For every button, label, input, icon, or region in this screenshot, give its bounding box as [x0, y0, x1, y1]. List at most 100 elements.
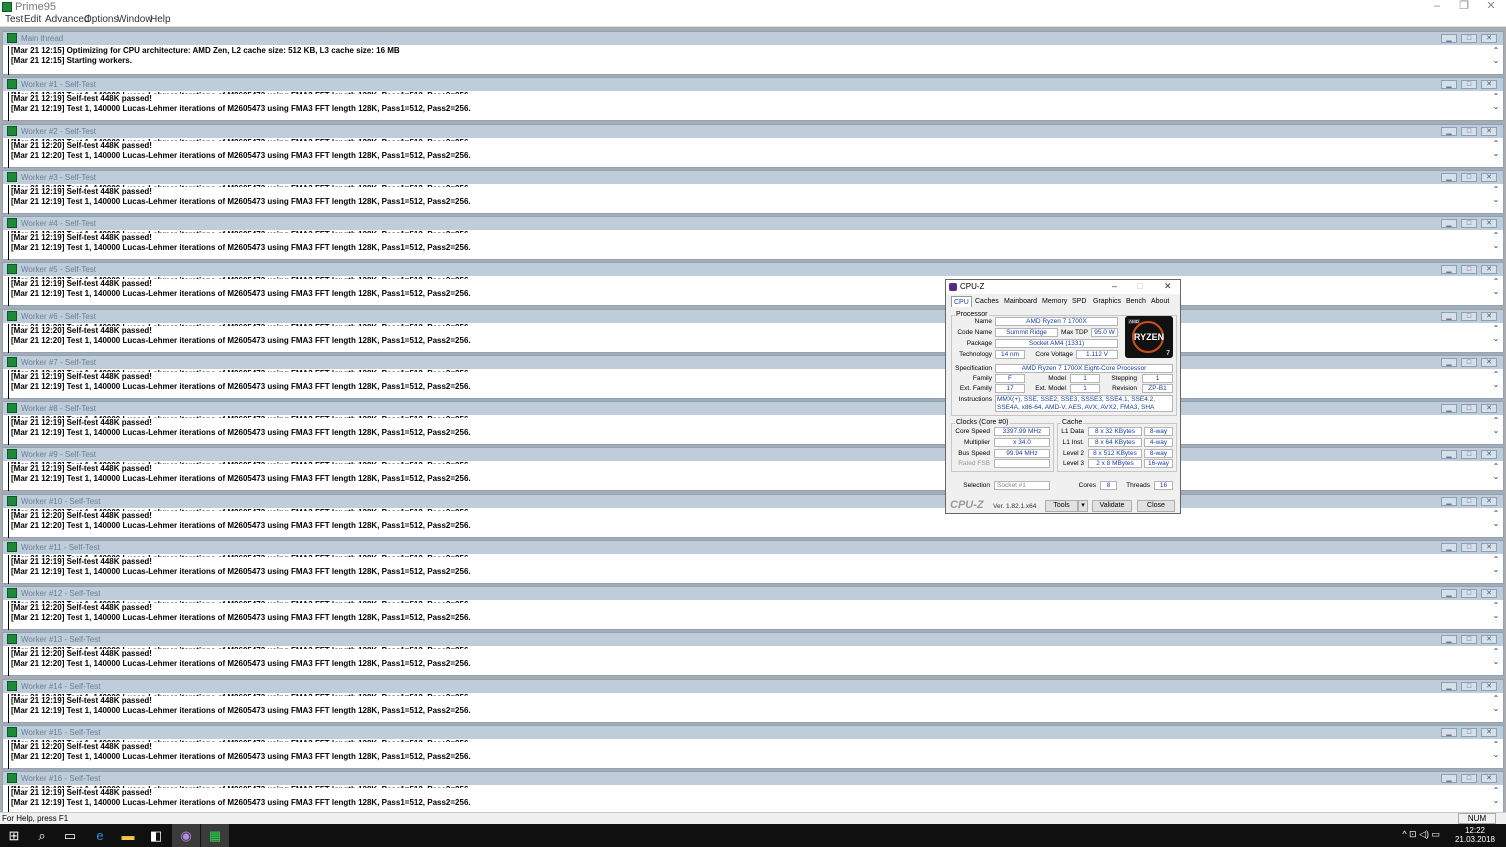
- scroll-up-icon[interactable]: ⌃: [1491, 694, 1501, 704]
- worker-window-caption[interactable]: Main thread ▁ □ ✕: [3, 32, 1503, 45]
- window-minimize-button[interactable]: ▁: [1441, 173, 1457, 182]
- worker-window[interactable]: Worker #13 - Self-Test ▁ □ ✕ [Mar 21 12:20] …: [2, 632, 1504, 676]
- window-minimize-button[interactable]: ▁: [1441, 589, 1457, 598]
- prime95-taskbar-icon[interactable]: ▦: [201, 824, 229, 847]
- scroll-down-icon[interactable]: ⌄: [1491, 241, 1501, 251]
- tools-dropdown-arrow[interactable]: ▾: [1078, 500, 1088, 512]
- tray-icons[interactable]: ^ ⊡ ◁) ▭: [1402, 829, 1440, 840]
- worker-window[interactable]: Worker #3 - Self-Test ▁ □ ✕ [Mar 21 12:19] T…: [2, 170, 1504, 214]
- scroll-down-icon[interactable]: ⌄: [1491, 195, 1501, 205]
- worker-scrollbar[interactable]: ⌃ ⌄: [1491, 462, 1501, 491]
- windows-start-icon[interactable]: ⊞: [0, 824, 28, 847]
- worker-window-caption[interactable]: Worker #1 - Self-Test ▁ □ ✕: [3, 78, 1503, 91]
- worker-scrollbar[interactable]: ⌃ ⌄: [1491, 694, 1501, 723]
- worker-scrollbar[interactable]: ⌃ ⌄: [1491, 509, 1501, 538]
- worker-scrollbar[interactable]: ⌃ ⌄: [1491, 555, 1501, 584]
- menu-test[interactable]: Test: [5, 14, 23, 25]
- window-maximize-button[interactable]: □: [1461, 543, 1477, 552]
- window-maximize-button[interactable]: □: [1461, 404, 1477, 413]
- window-maximize-button[interactable]: □: [1461, 219, 1477, 228]
- worker-scrollbar[interactable]: ⌃ ⌄: [1491, 786, 1501, 815]
- worker-window-caption[interactable]: Worker #7 - Self-Test ▁ □ ✕: [3, 356, 1503, 369]
- window-close-button[interactable]: ✕: [1481, 589, 1497, 598]
- window-minimize-button[interactable]: ▁: [1441, 728, 1457, 737]
- worker-window[interactable]: Worker #8 - Self-Test ▁ □ ✕ [Mar 21 12:19] T…: [2, 401, 1504, 445]
- worker-log[interactable]: [Mar 21 12:19] Test 1, 140000 Lucas-Lehm…: [8, 92, 1489, 121]
- worker-log[interactable]: [Mar 21 12:20] Test 1, 140000 Lucas-Lehm…: [8, 601, 1489, 630]
- worker-log[interactable]: [Mar 21 12:19] Test 1, 140000 Lucas-Lehm…: [8, 231, 1489, 260]
- scroll-up-icon[interactable]: ⌃: [1491, 462, 1501, 472]
- scroll-down-icon[interactable]: ⌄: [1491, 334, 1501, 344]
- restore-button[interactable]: ❐: [1451, 0, 1477, 14]
- scroll-up-icon[interactable]: ⌃: [1491, 324, 1501, 334]
- file-explorer-icon[interactable]: ▬: [114, 824, 142, 847]
- window-maximize-button[interactable]: □: [1461, 312, 1477, 321]
- window-minimize-button[interactable]: ▁: [1441, 543, 1457, 552]
- scroll-down-icon[interactable]: ⌄: [1491, 796, 1501, 806]
- worker-window-caption[interactable]: Worker #6 - Self-Test ▁ □ ✕: [3, 310, 1503, 323]
- window-maximize-button[interactable]: □: [1461, 127, 1477, 136]
- worker-scrollbar[interactable]: ⌃ ⌄: [1491, 139, 1501, 168]
- worker-window[interactable]: Worker #14 - Self-Test ▁ □ ✕ [Mar 21 12:19] …: [2, 679, 1504, 723]
- window-close-button[interactable]: ✕: [1481, 497, 1497, 506]
- scroll-down-icon[interactable]: ⌄: [1491, 287, 1501, 297]
- window-maximize-button[interactable]: □: [1461, 358, 1477, 367]
- window-minimize-button[interactable]: ▁: [1441, 635, 1457, 644]
- worker-log[interactable]: [Mar 21 12:20] Test 1, 140000 Lucas-Lehm…: [8, 324, 1489, 353]
- worker-window[interactable]: Worker #4 - Self-Test ▁ □ ✕ [Mar 21 12:19] T…: [2, 216, 1504, 260]
- worker-scrollbar[interactable]: ⌃ ⌄: [1491, 370, 1501, 399]
- worker-window[interactable]: Main thread ▁ □ ✕ [Mar 21 12:15] Optimizing …: [2, 31, 1504, 75]
- window-close-button[interactable]: ✕: [1481, 173, 1497, 182]
- scroll-up-icon[interactable]: ⌃: [1491, 139, 1501, 149]
- scroll-up-icon[interactable]: ⌃: [1491, 416, 1501, 426]
- scroll-down-icon[interactable]: ⌄: [1491, 519, 1501, 529]
- window-close-button[interactable]: ✕: [1481, 404, 1497, 413]
- worker-window[interactable]: Worker #7 - Self-Test ▁ □ ✕ [Mar 21 12:19] T…: [2, 355, 1504, 399]
- window-minimize-button[interactable]: ▁: [1441, 34, 1457, 43]
- window-close-button[interactable]: ✕: [1481, 774, 1497, 783]
- worker-scrollbar[interactable]: ⌃ ⌄: [1491, 324, 1501, 353]
- scroll-up-icon[interactable]: ⌃: [1491, 647, 1501, 657]
- menu-window[interactable]: Window: [117, 14, 153, 25]
- worker-window-caption[interactable]: Worker #10 - Self-Test ▁ □ ✕: [3, 495, 1503, 508]
- window-maximize-button[interactable]: □: [1461, 774, 1477, 783]
- worker-window-caption[interactable]: Worker #15 - Self-Test ▁ □ ✕: [3, 726, 1503, 739]
- window-close-button[interactable]: ✕: [1481, 682, 1497, 691]
- scroll-up-icon[interactable]: ⌃: [1491, 740, 1501, 750]
- scroll-down-icon[interactable]: ⌄: [1491, 472, 1501, 482]
- scroll-up-icon[interactable]: ⌃: [1491, 231, 1501, 241]
- worker-window[interactable]: Worker #9 - Self-Test ▁ □ ✕ [Mar 21 12:19] T…: [2, 447, 1504, 491]
- window-maximize-button[interactable]: □: [1461, 265, 1477, 274]
- worker-window[interactable]: Worker #10 - Self-Test ▁ □ ✕ [Mar 21 12:20] …: [2, 494, 1504, 538]
- window-maximize-button[interactable]: □: [1461, 728, 1477, 737]
- worker-log[interactable]: [Mar 21 12:15] Optimizing for CPU archit…: [8, 46, 1489, 75]
- window-maximize-button[interactable]: □: [1461, 80, 1477, 89]
- worker-scrollbar[interactable]: ⌃ ⌄: [1491, 46, 1501, 75]
- cpuz-minimize-button[interactable]: –: [1112, 281, 1117, 291]
- window-close-button[interactable]: ✕: [1481, 728, 1497, 737]
- scroll-down-icon[interactable]: ⌄: [1491, 380, 1501, 390]
- worker-window[interactable]: Worker #1 - Self-Test ▁ □ ✕ [Mar 21 12:19] T…: [2, 77, 1504, 121]
- worker-window[interactable]: Worker #6 - Self-Test ▁ □ ✕ [Mar 21 12:20] T…: [2, 309, 1504, 353]
- window-close-button[interactable]: ✕: [1481, 543, 1497, 552]
- tab-about[interactable]: About: [1149, 296, 1171, 307]
- scroll-down-icon[interactable]: ⌄: [1491, 657, 1501, 667]
- menu-edit[interactable]: Edit: [24, 14, 41, 25]
- store-icon[interactable]: ◧: [142, 824, 170, 847]
- scroll-up-icon[interactable]: ⌃: [1491, 185, 1501, 195]
- tools-button[interactable]: Tools: [1045, 500, 1078, 512]
- worker-window[interactable]: Worker #2 - Self-Test ▁ □ ✕ [Mar 21 12:20] T…: [2, 124, 1504, 168]
- window-minimize-button[interactable]: ▁: [1441, 265, 1457, 274]
- worker-log[interactable]: [Mar 21 12:19] Test 1, 140000 Lucas-Lehm…: [8, 462, 1489, 491]
- worker-window-caption[interactable]: Worker #11 - Self-Test ▁ □ ✕: [3, 541, 1503, 554]
- worker-scrollbar[interactable]: ⌃ ⌄: [1491, 231, 1501, 260]
- worker-log[interactable]: [Mar 21 12:20] Test 1, 140000 Lucas-Lehm…: [8, 509, 1489, 538]
- window-maximize-button[interactable]: □: [1461, 682, 1477, 691]
- scroll-up-icon[interactable]: ⌃: [1491, 370, 1501, 380]
- validate-button[interactable]: Validate: [1092, 500, 1132, 512]
- window-close-button[interactable]: ✕: [1481, 127, 1497, 136]
- window-close-button[interactable]: ✕: [1481, 312, 1497, 321]
- scroll-down-icon[interactable]: ⌄: [1491, 750, 1501, 760]
- worker-window-caption[interactable]: Worker #9 - Self-Test ▁ □ ✕: [3, 448, 1503, 461]
- scroll-down-icon[interactable]: ⌄: [1491, 704, 1501, 714]
